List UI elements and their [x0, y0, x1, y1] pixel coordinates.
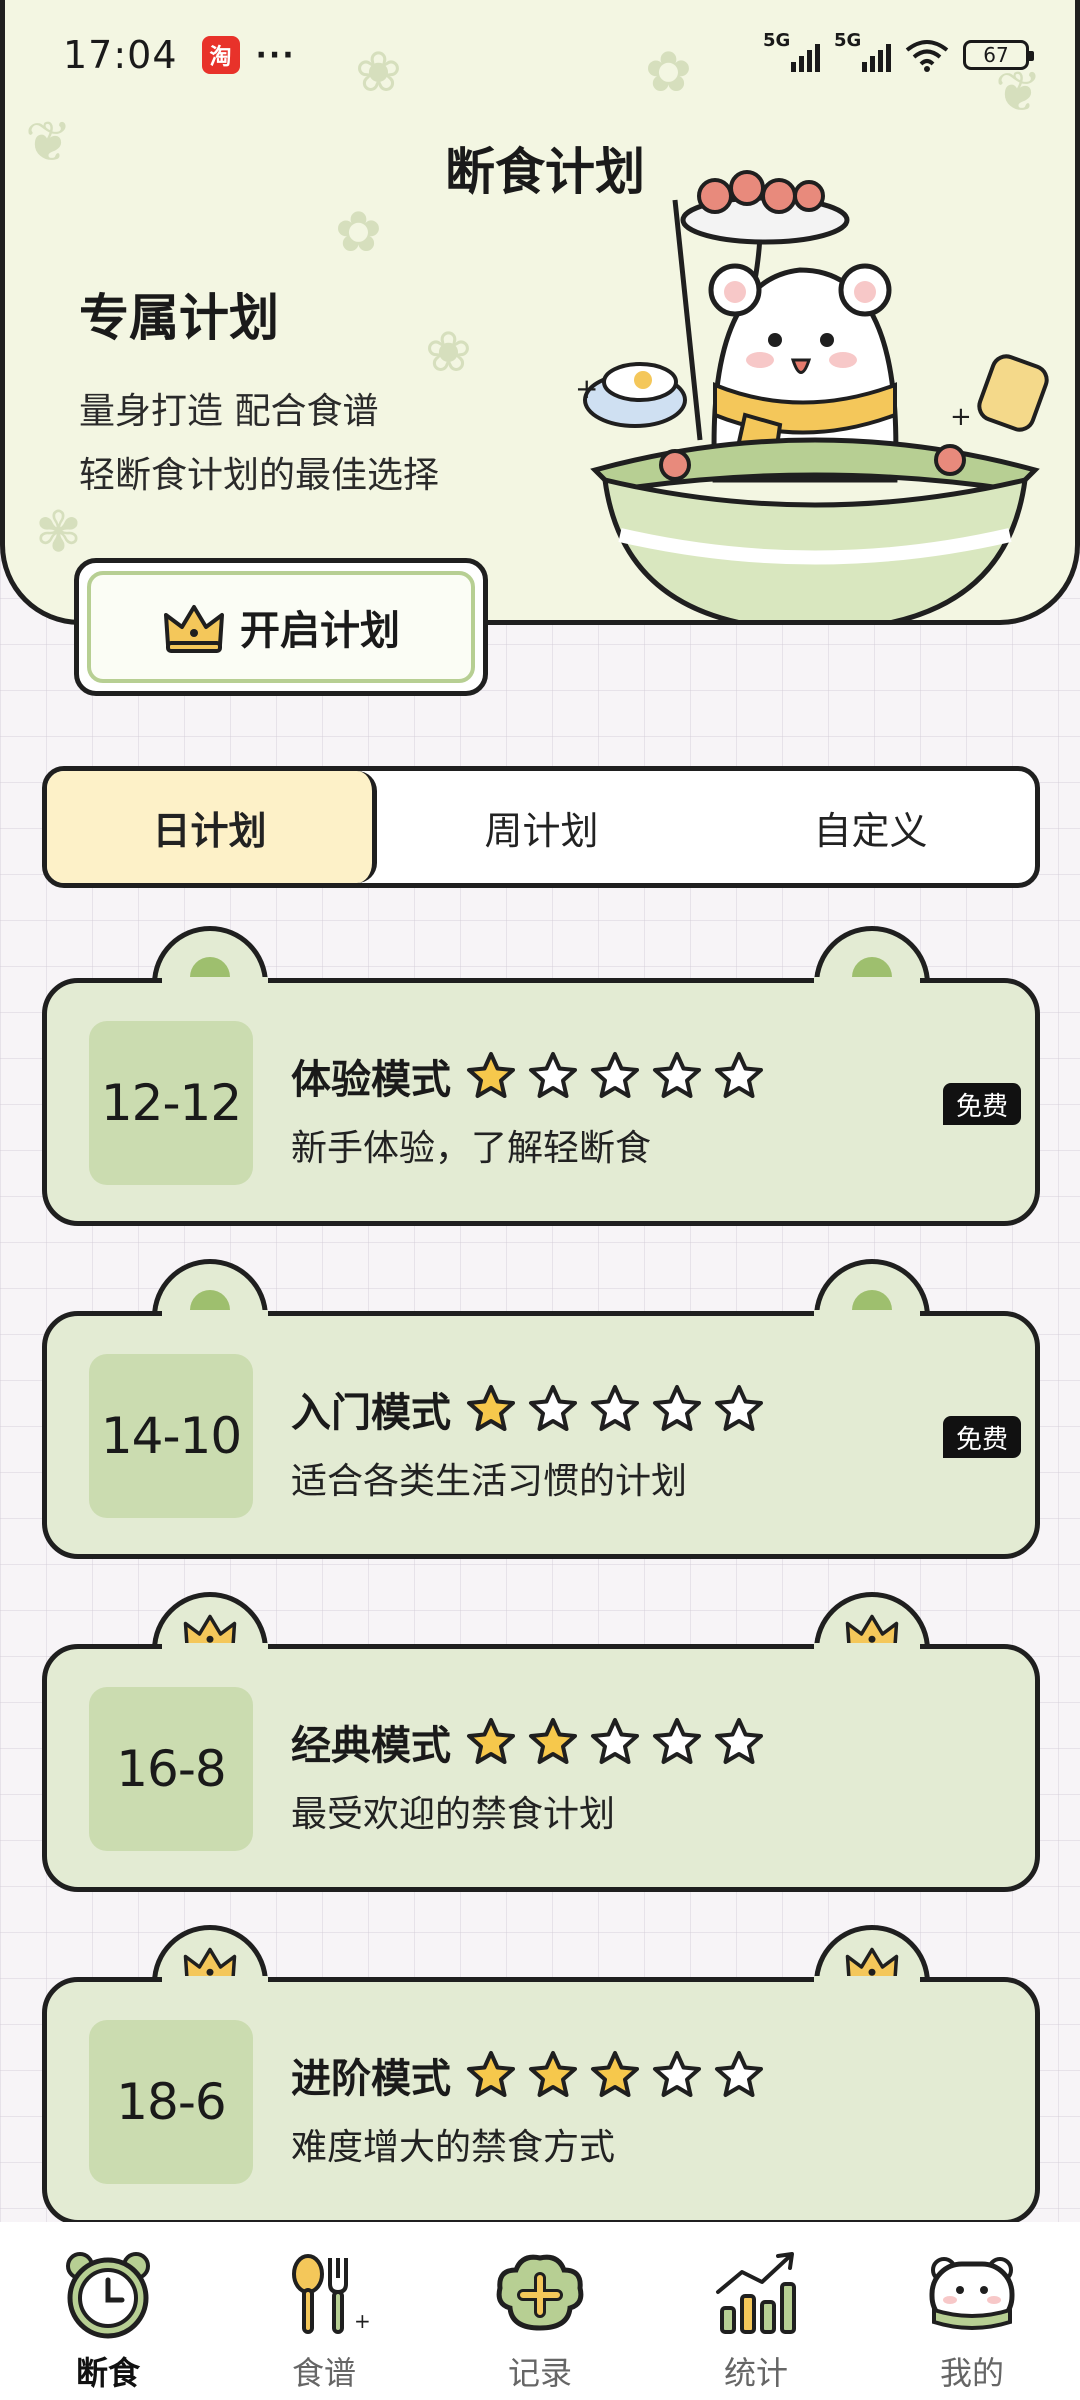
- apple-doodle-icon: ✿: [335, 200, 382, 265]
- nav-fasting-label: 断食: [75, 2354, 140, 2392]
- plan-ratio: 18-6: [89, 2020, 253, 2184]
- plan-title-row: 进阶模式: [291, 2046, 767, 2104]
- status-time: 17:04: [63, 33, 178, 77]
- tab-dot: [190, 1290, 230, 1310]
- plan-card-body: 12-12 体验模式新手体验，了解轻断食 免费: [42, 977, 1040, 1226]
- plan-card[interactable]: 18-6 进阶模式难度增大的禁食方式: [42, 1925, 1040, 2225]
- star-empty-icon: [653, 1718, 701, 1764]
- star-empty-icon: [653, 1385, 701, 1431]
- star-empty-icon: [715, 2051, 763, 2097]
- plan-title-row: 经典模式: [291, 1713, 767, 1771]
- star-empty-icon: [591, 1052, 639, 1098]
- tab-dot: [190, 957, 230, 977]
- signal-1-icon: 5G: [763, 30, 820, 72]
- plan-description: 难度增大的禁食方式: [291, 2127, 616, 2168]
- more-notifications-icon: ···: [255, 37, 296, 73]
- nav-profile[interactable]: 我的: [864, 2222, 1080, 2400]
- plan-description: 新手体验，了解轻断食: [291, 1128, 652, 1169]
- svg-text:+: +: [575, 372, 598, 405]
- plan-ratio: 14-10: [89, 1354, 253, 1518]
- plan-description-line2: 轻断食计划的最佳选择: [79, 455, 440, 496]
- bear-in-bowl-illustration: + +: [575, 170, 1049, 620]
- bear-avatar-icon: [929, 2257, 1015, 2330]
- status-bar: 17:04 淘 ··· 5G 5G 67: [5, 0, 1075, 110]
- svg-text:+: +: [354, 2309, 371, 2333]
- utensils-icon: +: [292, 2254, 371, 2334]
- svg-text:+: +: [950, 402, 972, 432]
- battery-indicator: 67: [963, 40, 1034, 70]
- plan-card-body: 18-6 进阶模式难度增大的禁食方式: [42, 1976, 1040, 2225]
- star-filled-icon: [467, 2051, 515, 2097]
- crown-icon: [164, 605, 224, 653]
- star-empty-icon: [715, 1718, 763, 1764]
- start-plan-button[interactable]: 开启计划: [74, 558, 488, 696]
- star-empty-icon: [591, 1385, 639, 1431]
- star-empty-icon: [653, 1052, 701, 1098]
- tab-custom[interactable]: 自定义: [706, 771, 1035, 883]
- plan-card[interactable]: 12-12 体验模式新手体验，了解轻断食 免费: [42, 926, 1040, 1226]
- plan-description: 适合各类生活习惯的计划: [291, 1461, 688, 1502]
- status-indicators: 5G 5G 67: [763, 30, 1034, 72]
- plan-heading: 专属计划: [79, 288, 279, 347]
- plan-name: 进阶模式: [291, 2056, 451, 2102]
- nav-record-label: 记录: [507, 2354, 572, 2392]
- nav-recipes-label: 食谱: [291, 2354, 356, 2392]
- plan-card[interactable]: 16-8 经典模式最受欢迎的禁食计划: [42, 1592, 1040, 1892]
- nav-record[interactable]: 记录: [432, 2222, 648, 2400]
- plan-ratio: 12-12: [89, 1021, 253, 1185]
- plan-tabs: 日计划 周计划 自定义: [42, 766, 1040, 888]
- nav-recipes[interactable]: + 食谱: [216, 2222, 432, 2400]
- free-badge: 免费: [943, 1083, 1021, 1125]
- nav-statistics[interactable]: 统计: [648, 2222, 864, 2400]
- star-empty-icon: [653, 2051, 701, 2097]
- tab-dot: [852, 1290, 892, 1310]
- tab-weekly-plan[interactable]: 周计划: [377, 771, 706, 883]
- plan-name: 经典模式: [291, 1723, 451, 1769]
- star-filled-icon: [591, 2051, 639, 2097]
- plan-card-body: 14-10 入门模式适合各类生活习惯的计划 免费: [42, 1310, 1040, 1559]
- star-filled-icon: [467, 1385, 515, 1431]
- nav-statistics-label: 统计: [723, 2354, 788, 2392]
- star-filled-icon: [529, 2051, 577, 2097]
- plan-card-body: 16-8 经典模式最受欢迎的禁食计划: [42, 1643, 1040, 1892]
- plan-name: 入门模式: [291, 1390, 451, 1436]
- plan-card[interactable]: 14-10 入门模式适合各类生活习惯的计划 免费: [42, 1259, 1040, 1559]
- add-record-icon: [496, 2254, 584, 2331]
- wifi-icon: [905, 40, 949, 72]
- star-empty-icon: [591, 1718, 639, 1764]
- plan-ratio: 16-8: [89, 1687, 253, 1851]
- clock-icon: [66, 2252, 150, 2339]
- nav-profile-label: 我的: [939, 2354, 1004, 2392]
- star-empty-icon: [529, 1052, 577, 1098]
- nav-fasting[interactable]: 断食: [0, 2222, 216, 2400]
- strawberry-doodle-icon: ❀: [425, 320, 472, 385]
- star-empty-icon: [529, 1385, 577, 1431]
- star-filled-icon: [467, 1052, 515, 1098]
- flower-doodle-icon: ✾: [35, 500, 82, 565]
- star-filled-icon: [529, 1718, 577, 1764]
- tab-dot: [852, 957, 892, 977]
- chart-icon: [716, 2252, 796, 2334]
- start-plan-label: 开启计划: [240, 607, 400, 654]
- bottom-nav: 断食 + 食谱 记录 统计 我的: [0, 2222, 1080, 2400]
- tab-daily-plan[interactable]: 日计划: [47, 771, 377, 883]
- header-panel: ❦ ❀ ✿ ❀ ✿ ❦ ✾ 17:04 淘 ··· 5G 5G 67 断食计划 …: [0, 0, 1080, 625]
- star-empty-icon: [715, 1052, 763, 1098]
- plan-name: 体验模式: [291, 1057, 451, 1103]
- plan-description: 最受欢迎的禁食计划: [291, 1794, 616, 1835]
- star-filled-icon: [467, 1718, 515, 1764]
- signal-2-icon: 5G: [834, 30, 891, 72]
- taobao-app-icon: 淘: [201, 36, 240, 74]
- free-badge: 免费: [943, 1416, 1021, 1458]
- star-empty-icon: [715, 1385, 763, 1431]
- plan-description-line1: 量身打造 配合食谱: [79, 391, 379, 432]
- plan-title-row: 体验模式: [291, 1047, 767, 1105]
- plan-title-row: 入门模式: [291, 1380, 767, 1438]
